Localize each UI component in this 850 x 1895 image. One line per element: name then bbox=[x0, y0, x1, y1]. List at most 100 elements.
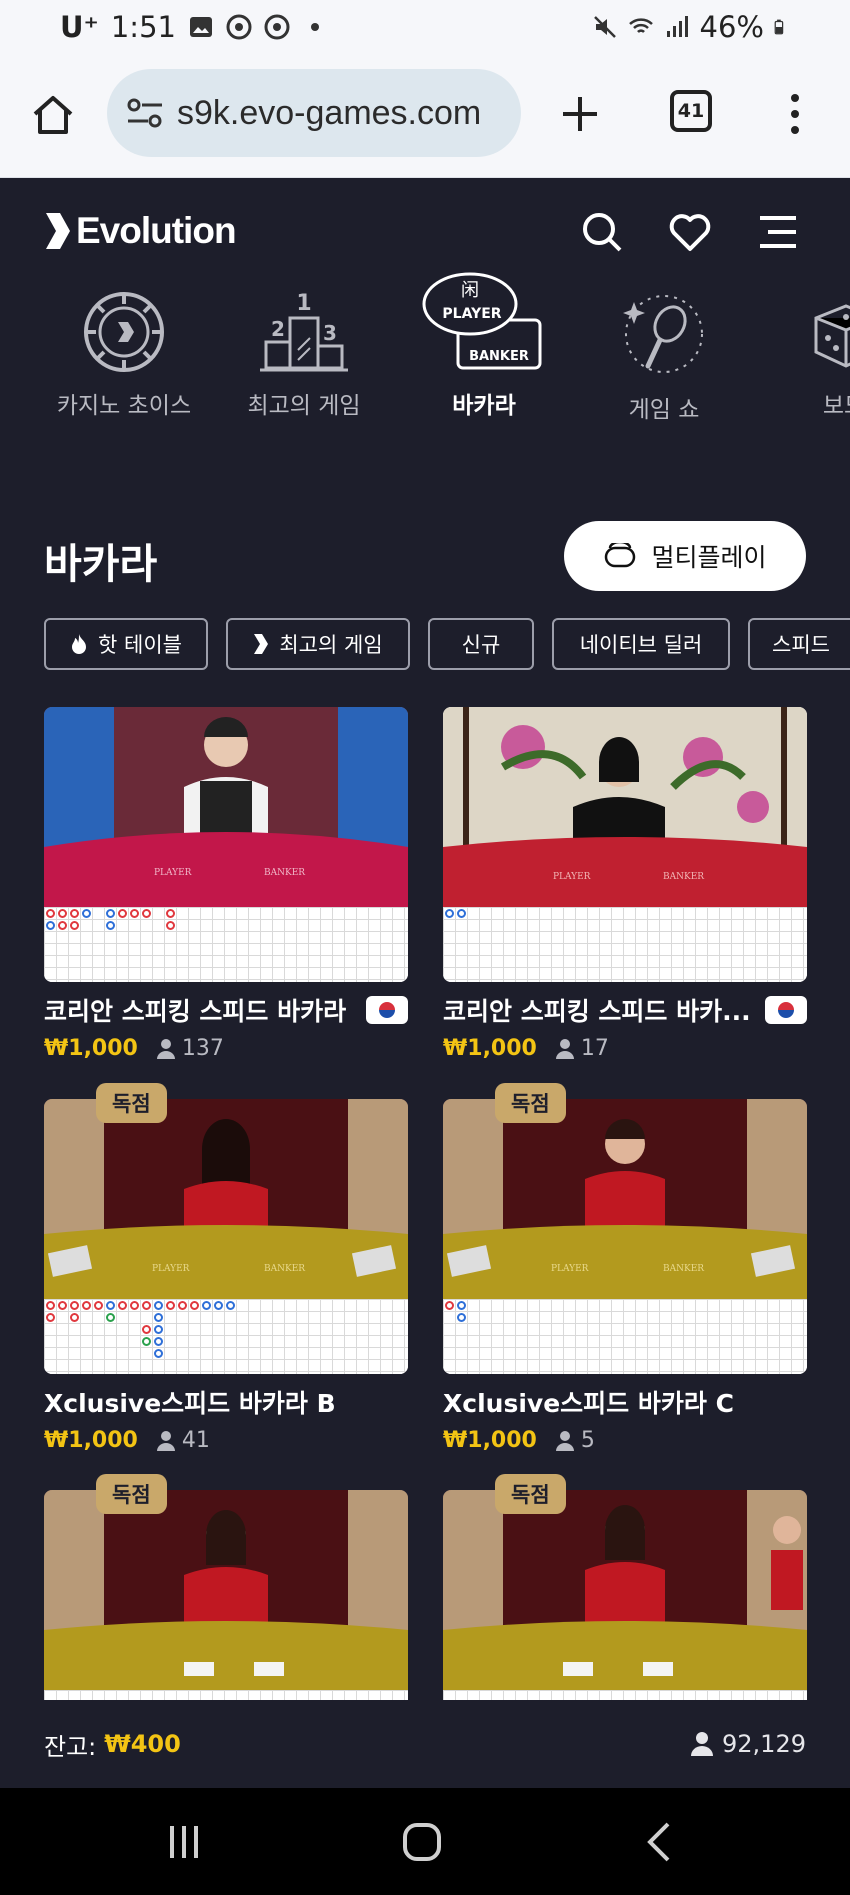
baccarat-roadmap bbox=[44, 1299, 408, 1374]
chrome-icon bbox=[226, 14, 252, 40]
balance-bar: 잔고: ₩400 92,129 bbox=[0, 1700, 850, 1788]
exclusive-badge: 독점 bbox=[96, 1474, 167, 1514]
svg-text:BANKER: BANKER bbox=[469, 349, 529, 364]
filter-label: 네이티브 딜러 bbox=[579, 633, 703, 657]
baccarat-roadmap bbox=[443, 1299, 807, 1374]
multiplay-label: 멀티플레이 bbox=[651, 543, 767, 572]
filter-speed[interactable]: 스피드 bbox=[748, 618, 850, 670]
search-icon[interactable] bbox=[580, 210, 624, 254]
dealer-video-image: PLAYER BANKER bbox=[443, 1099, 807, 1299]
wifi-icon bbox=[628, 18, 653, 33]
korea-flag-icon bbox=[765, 996, 807, 1024]
microphone-icon bbox=[623, 295, 703, 373]
category-label: 게임 쇼 bbox=[628, 397, 700, 423]
gallery-icon bbox=[189, 17, 212, 37]
multiplay-button[interactable]: 멀티플레이 bbox=[564, 521, 806, 591]
category-label: 최고의 게임 bbox=[247, 393, 361, 419]
game-thumbnail[interactable]: PLAYER BANKER bbox=[443, 707, 807, 982]
evolution-mark-icon bbox=[254, 634, 269, 654]
filter-hot-tables[interactable]: 핫 테이블 bbox=[44, 618, 208, 670]
game-card[interactable]: 독점 bbox=[44, 1474, 408, 1700]
filter-top-games[interactable]: 최고의 게임 bbox=[226, 618, 410, 670]
filter-label: 신규 bbox=[461, 633, 501, 657]
game-card[interactable]: 독점 PLAYER BANKER Xclusive스피드 바카라 B ₩1,00… bbox=[44, 1083, 408, 1453]
filter-label: 핫 테이블 bbox=[98, 633, 182, 657]
game-thumbnail[interactable] bbox=[443, 1490, 807, 1700]
dice-icon bbox=[814, 304, 850, 368]
player-count-icon bbox=[555, 1430, 574, 1451]
multiplay-icon bbox=[605, 543, 636, 568]
online-count: 92,129 bbox=[722, 1730, 806, 1758]
back-icon[interactable] bbox=[636, 1818, 684, 1866]
address-bar[interactable]: s9k.evo-games.com bbox=[107, 69, 521, 157]
player-count: 137 bbox=[181, 1036, 224, 1061]
dealer-video-image bbox=[44, 1490, 408, 1690]
exclusive-badge: 독점 bbox=[96, 1083, 167, 1123]
baccarat-icon: BANKER 闲 PLAYER bbox=[422, 272, 542, 370]
game-thumbnail[interactable]: PLAYER BANKER bbox=[443, 1099, 807, 1374]
svg-text:3: 3 bbox=[323, 321, 337, 345]
svg-text:1: 1 bbox=[296, 291, 311, 316]
exclusive-badge: 독점 bbox=[495, 1083, 566, 1123]
tab-switcher-button[interactable]: 41 bbox=[670, 90, 712, 132]
system-navigation-bar bbox=[0, 1788, 850, 1895]
home-icon[interactable] bbox=[30, 92, 76, 138]
category-board[interactable]: 보드 bbox=[754, 290, 850, 420]
dealer-video-image: PLAYER BANKER bbox=[44, 1099, 408, 1299]
signal-icon bbox=[666, 16, 688, 37]
game-thumbnail[interactable]: PLAYER BANKER bbox=[44, 707, 408, 982]
game-title: 코리안 스피킹 스피드 바카... bbox=[443, 997, 751, 1026]
svg-text:PLAYER: PLAYER bbox=[154, 868, 192, 878]
more-menu-icon[interactable] bbox=[785, 90, 805, 138]
balance-label: 잔고: bbox=[44, 1732, 97, 1761]
exclusive-badge: 독점 bbox=[495, 1474, 566, 1514]
baccarat-roadmap bbox=[443, 907, 807, 982]
site-settings-icon[interactable] bbox=[125, 96, 165, 130]
game-card[interactable]: 독점 PLAYER BANKER Xclusive스피드 바카라 C ₩1,00… bbox=[443, 1083, 807, 1453]
game-thumbnail[interactable]: PLAYER BANKER bbox=[44, 1099, 408, 1374]
podium-icon: 1 2 3 bbox=[260, 291, 348, 372]
filter-bar: 핫 테이블 최고의 게임 신규 네이티브 딜러 스피드 bbox=[44, 618, 850, 670]
category-casino-choice[interactable]: 카지노 초이스 bbox=[34, 290, 214, 420]
min-bet: ₩1,000 bbox=[443, 1036, 537, 1061]
game-card[interactable]: PLAYER BANKER 코리안 스피킹 스피드 바카라 ₩1,000 137 bbox=[44, 707, 408, 1061]
notification-dot-icon bbox=[310, 23, 319, 31]
status-bar: U⁺ 1:51 46% bbox=[0, 0, 850, 54]
min-bet: ₩1,000 bbox=[44, 1428, 138, 1453]
baccarat-roadmap bbox=[443, 1690, 807, 1700]
svg-text:BANKER: BANKER bbox=[663, 1264, 704, 1274]
game-card[interactable]: PLAYER BANKER 코리안 스피킹 스피드 바카... ₩1,000 1… bbox=[443, 707, 807, 1061]
category-strip: 카지노 초이스 1 2 3 최고의 게임 BANKER 闲 PLAYER 바카라… bbox=[0, 272, 850, 470]
online-users-icon bbox=[691, 1732, 714, 1756]
page-title: 바카라 bbox=[44, 540, 158, 588]
evolution-logo[interactable]: Evolution bbox=[44, 210, 237, 252]
menu-icon[interactable] bbox=[756, 210, 800, 254]
flame-icon bbox=[72, 634, 87, 654]
svg-text:BANKER: BANKER bbox=[264, 868, 305, 878]
balance-value: ₩400 bbox=[104, 1730, 181, 1758]
svg-text:闲: 闲 bbox=[461, 280, 479, 301]
category-top-games[interactable]: 1 2 3 최고의 게임 bbox=[214, 290, 394, 420]
player-count: 17 bbox=[580, 1036, 609, 1061]
game-title: Xclusive스피드 바카라 B bbox=[44, 1389, 336, 1418]
player-count: 5 bbox=[580, 1428, 595, 1453]
evolution-mark-icon bbox=[46, 213, 70, 249]
tab-count: 41 bbox=[677, 100, 705, 122]
game-thumbnail[interactable] bbox=[44, 1490, 408, 1700]
new-tab-icon[interactable] bbox=[560, 94, 600, 134]
filter-native-dealer[interactable]: 네이티브 딜러 bbox=[552, 618, 730, 670]
category-baccarat[interactable]: BANKER 闲 PLAYER 바카라 bbox=[394, 272, 574, 420]
dealer-video-image: PLAYER BANKER bbox=[44, 707, 408, 907]
svg-text:PLAYER: PLAYER bbox=[553, 872, 591, 882]
category-game-shows[interactable]: 게임 쇼 bbox=[574, 290, 754, 424]
home-button-icon[interactable] bbox=[398, 1818, 446, 1866]
player-count: 41 bbox=[181, 1428, 210, 1453]
svg-text:BANKER: BANKER bbox=[264, 1264, 305, 1274]
filter-new[interactable]: 신규 bbox=[428, 618, 534, 670]
recent-apps-icon[interactable] bbox=[160, 1818, 208, 1866]
svg-text:PLAYER: PLAYER bbox=[551, 1264, 589, 1274]
heart-icon[interactable] bbox=[668, 210, 712, 254]
baccarat-roadmap bbox=[44, 907, 408, 982]
game-card[interactable]: 독점 bbox=[443, 1474, 807, 1700]
korea-flag-icon bbox=[366, 996, 408, 1024]
